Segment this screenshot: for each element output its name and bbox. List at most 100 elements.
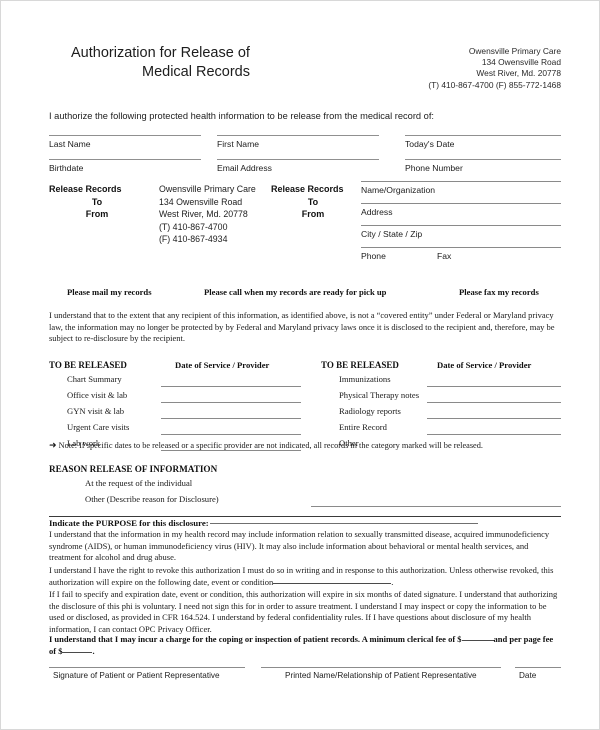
clinic-contact-block: Owensville Primary Care 134 Owensville R… [428,46,561,91]
release-source-line: 134 Owensville Road [159,196,243,207]
option-fax-records[interactable]: Please fax my records [459,287,539,297]
field-patient-signature[interactable]: Signature of Patient or Patient Represen… [49,667,245,686]
clinic-phone-fax: (T) 410-867-4700 (F) 855-772-1468 [428,79,561,90]
column-header-date-provider: Date of Service / Provider [175,360,270,370]
release-heading-from: From [301,209,325,220]
field-first-name[interactable]: First Name [217,135,379,156]
section-divider [49,516,561,517]
date-provider-input-line[interactable] [161,434,301,435]
release-heading-line1: Release Records [49,184,122,194]
release-heading-to: To [91,196,103,207]
column-header-date-provider: Date of Service / Provider [437,360,532,370]
date-provider-input-line[interactable] [427,402,561,403]
document-header: Authorization for Release of Medical Rec… [49,41,561,99]
release-heading-line1: Release Records [271,184,344,194]
field-label: Today's Date [405,139,455,149]
date-provider-input-line[interactable] [161,418,301,419]
field-last-name[interactable]: Last Name [49,135,201,156]
phi-sensitive-info-paragraph: I understand that the information in my … [49,529,550,563]
per-page-fee-input-line[interactable] [62,651,93,653]
reason-for-release-section: REASON RELEASE OF INFORMATION At the req… [49,464,561,507]
option-call-for-pickup[interactable]: Please call when my records are ready fo… [204,287,386,297]
field-printed-name-relationship[interactable]: Printed Name/Relationship of Patient Rep… [261,667,501,686]
field-label: Phone Number [405,163,463,173]
to-be-released-table: TO BE RELEASED Date of Service / Provide… [49,360,561,451]
field-label: Birthdate [49,163,84,173]
table-row[interactable]: Entire Record [339,422,387,432]
purpose-input-line[interactable] [209,523,478,524]
field-todays-date[interactable]: Today's Date [405,135,561,156]
release-source-line: West River, Md. 20778 [159,209,248,220]
privacy-disclosure-paragraph: I understand that to the extent that any… [49,310,555,344]
date-provider-input-line[interactable] [427,418,561,419]
field-label: Last Name [49,139,91,149]
field-label: Email Address [217,163,272,173]
purpose-heading-text: Indicate the PURPOSE for this disclosure… [49,518,209,528]
document-page: Authorization for Release of Medical Rec… [0,0,600,730]
release-source-line: (T) 410-867-4700 [159,221,228,232]
release-heading-from: From [85,209,109,220]
reason-option-other[interactable]: Other (Describe reason for Disclosure) [85,494,219,504]
page-title-line1: Authorization for Release of [71,45,250,61]
fee-text-pre: I understand that I may incur a charge f… [49,634,462,644]
field-city-state-zip[interactable]: City / State / Zip [361,225,561,247]
reason-other-input-line[interactable] [311,506,561,507]
field-phone-fax[interactable]: Phone Fax [361,247,561,269]
release-records-to-heading: Release Records To From [271,183,355,221]
field-label-fax: Fax [437,251,452,261]
clinic-name: Owensville Primary Care [468,46,561,56]
field-label: Address [361,207,393,217]
purpose-heading: Indicate the PURPOSE for this disclosure… [49,518,561,528]
release-records-section: Release Records To From Owensville Prima… [49,181,561,279]
table-row[interactable]: GYN visit & lab [67,406,124,416]
page-title: Authorization for Release of Medical Rec… [71,44,321,82]
release-source-address: Owensville Primary Care 134 Owensville R… [159,183,256,246]
clinic-city-state-zip: West River, Md. 20778 [476,68,561,79]
table-row[interactable]: Immunizations [339,374,391,384]
column-header-category: TO BE RELEASED [49,360,127,370]
field-address[interactable]: Address [361,203,561,225]
release-source-line: Owensville Primary Care [159,184,256,194]
field-label: Signature of Patient or Patient Represen… [53,671,220,680]
release-heading-to: To [307,196,319,207]
field-label: Printed Name/Relationship of Patient Rep… [285,671,477,680]
table-row[interactable]: Chart Summary [67,374,122,384]
field-email-address[interactable]: Email Address [217,159,379,180]
release-source-line: (F) 410-867-4934 [159,234,228,245]
release-note-text: Note: If specific dates to be released o… [58,441,483,450]
expiration-rights-paragraph: If I fail to specify and expiration date… [49,589,558,634]
date-provider-input-line[interactable] [161,386,301,387]
date-provider-input-line[interactable] [161,402,301,403]
field-label: Date [519,671,537,680]
date-provider-input-line[interactable] [427,386,561,387]
field-label: Phone [361,251,386,261]
fee-paragraph: I understand that I may incur a charge f… [49,634,561,657]
reason-option-request-of-individual[interactable]: At the request of the individual [85,478,192,488]
table-row[interactable]: Urgent Care visits [67,422,129,432]
expiration-input-line[interactable] [273,582,392,584]
date-provider-input-line[interactable] [427,434,561,435]
authorization-intro-text: I authorize the following protected heal… [49,111,434,121]
page-title-line2: Medical Records [142,64,250,80]
release-records-from-heading: Release Records To From [49,183,145,221]
reason-section-title: REASON RELEASE OF INFORMATION [49,464,218,474]
field-label: First Name [217,139,260,149]
field-label: City / State / Zip [361,229,423,239]
field-phone-number[interactable]: Phone Number [405,159,561,180]
clinic-street: 134 Owensville Road [481,57,561,68]
field-name-organization[interactable]: Name/Organization [361,181,561,203]
arrow-right-icon: ➜ [49,441,57,451]
clerical-fee-input-line[interactable] [461,640,494,641]
revocation-paragraph: I understand I have the right to revoke … [49,565,561,588]
form-sheet: Authorization for Release of Medical Rec… [49,1,561,729]
field-signature-date[interactable]: Date [515,667,561,686]
field-birthdate[interactable]: Birthdate [49,159,201,180]
fee-text-post: . [92,645,95,656]
table-row[interactable]: Radiology reports [339,406,401,416]
field-label: Name/Organization [361,185,436,195]
table-row[interactable]: Office visit & lab [67,390,127,400]
table-row[interactable]: Physical Therapy notes [339,390,419,400]
column-header-category: TO BE RELEASED [321,360,399,370]
recipient-address-fields: Name/Organization Address City / State /… [361,181,561,269]
option-mail-records[interactable]: Please mail my records [67,287,152,297]
